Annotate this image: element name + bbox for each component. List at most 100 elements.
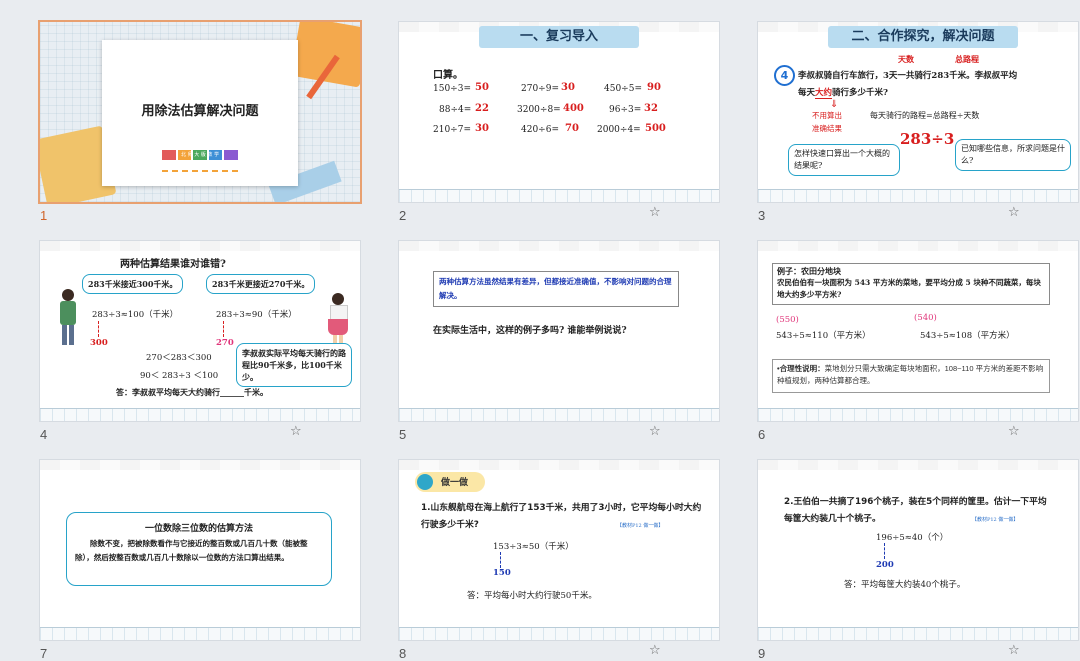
answer: 22: [475, 103, 489, 114]
question: 150÷3=: [433, 84, 471, 94]
dash-line: [500, 552, 501, 568]
example-heading: 例子：农田分地块: [777, 266, 841, 276]
left-equation: 283÷3≈100（千米）: [92, 310, 179, 320]
intro-text: 口算。: [433, 70, 463, 81]
answer: 70: [565, 123, 579, 134]
slide-number: 9: [758, 646, 766, 661]
slide-preview[interactable]: 用除法估算解决问题 北 师 大 版 数 学: [40, 22, 360, 202]
slide-number: 4: [40, 427, 48, 442]
slide-number: 7: [40, 646, 48, 661]
star-icon[interactable]: ☆: [1008, 425, 1022, 439]
speech-bubble-right: 已知哪些信息，所求问题是什么?: [955, 139, 1071, 171]
right-claim: 283千米更接近270千米。: [206, 274, 316, 294]
textbook-ref: 【教材P12 做一做】: [617, 523, 664, 529]
section-banner: 一、复习导入: [479, 26, 639, 48]
slide-number: 2: [399, 208, 407, 223]
answer: 90: [647, 82, 661, 93]
question: 3200÷8=: [517, 105, 561, 115]
left-claim: 283千米接近300千米。: [82, 274, 184, 294]
left-approx: (550): [776, 315, 799, 325]
badge-icon: [417, 474, 433, 490]
summary-box: 两种估算方法虽然结果有差异，但都接近准确值，不影响对问题的合理解决。: [433, 271, 679, 307]
question: 270÷9=: [521, 84, 559, 94]
summary-text: 两种估算方法虽然结果有差异，但都接近准确值，不影响对问题的合理解决。: [439, 277, 672, 300]
slide-number: 1: [40, 208, 48, 223]
ruler-strip: [399, 408, 719, 421]
star-icon[interactable]: ☆: [649, 644, 663, 658]
question: 96÷3=: [609, 105, 642, 115]
left-approx: 300: [90, 338, 108, 348]
title-card: 用除法估算解决问题 北 师 大 版 数 学: [102, 40, 298, 186]
discussion-question: 在实际生活中，这样的例子多吗? 谁能举例说说?: [433, 326, 627, 336]
note-line-1: 不用算出: [812, 111, 842, 120]
slide-preview[interactable]: 做一做 1.山东舰航母在海上航行了153千米，共用了3小时，它平均每小时大约行驶…: [399, 460, 719, 640]
slide-preview[interactable]: 一、复习导入 口算。 150÷3= 50 270÷9= 30 450÷5= 90…: [399, 22, 719, 202]
header-strip: [758, 241, 1078, 251]
question: 2000÷4=: [597, 125, 641, 135]
slide-preview[interactable]: 两种估算结果谁对谁错? 283千米接近300千米。 283千米更接近270千米。…: [40, 241, 360, 421]
slide-preview[interactable]: 一位数除三位数的估算方法 除数不变，把被除数看作与它接近的整百数或几百几十数（能…: [40, 460, 360, 640]
practice-badge: 做一做: [415, 472, 485, 492]
problem-line-2: 每天大约骑行多少千米?: [798, 88, 889, 99]
answer-line: 答：平均每小时大约行驶50千米。: [467, 591, 597, 601]
star-icon[interactable]: ☆: [649, 206, 663, 220]
answer-line: 答：平均每筐大约装40个桃子。: [844, 580, 966, 590]
star-icon[interactable]: ☆: [1008, 644, 1022, 658]
header-strip: [758, 460, 1078, 470]
right-equation: 283÷3≈90（千米）: [216, 310, 297, 320]
right-equation: 543÷5≈108（平方米）: [920, 331, 1015, 341]
badge-label: 做一做: [441, 478, 469, 488]
header-strip: [399, 460, 719, 470]
slide-number: 6: [758, 427, 766, 442]
problem-line-1: 李叔叔骑自行车旅行，3天一共骑行283千米。李叔叔平均: [798, 71, 1018, 81]
inequality-1: 270＜283＜300: [146, 353, 212, 363]
answer: 400: [563, 103, 584, 114]
dash-line: [98, 321, 99, 337]
right-approx: 270: [216, 338, 234, 348]
example-body: 农民伯伯有一块面积为 543 平方米的菜地，要平均分成 5 块种不同蔬菜，每块地…: [777, 278, 1041, 299]
ruler-strip: [758, 408, 1078, 421]
star-icon[interactable]: ☆: [290, 425, 304, 439]
slide-preview[interactable]: 二、合作探究，解决问题 天数 总路程 4 李叔叔骑自行车旅行，3天一共骑行283…: [758, 22, 1078, 202]
textbook-ref: 【教材P12 做一做】: [972, 517, 1019, 523]
boy-figure: [56, 289, 80, 349]
dash-line: [884, 543, 885, 559]
question: 420÷6=: [521, 125, 559, 135]
method-title: 一位数除三位数的估算方法: [144, 524, 253, 534]
answer: 500: [645, 123, 666, 134]
star-icon[interactable]: ☆: [1008, 206, 1022, 220]
label-days: 天数: [898, 54, 914, 64]
ruler-strip: [399, 627, 719, 640]
reasoning-text: •合理性说明：菜地划分只需大致确定每块地面积，108~110 平方米的差距不影响…: [777, 364, 1044, 385]
slide-number: 3: [758, 208, 766, 223]
expression: 283÷3: [900, 130, 955, 148]
approx-value: 200: [876, 560, 894, 570]
header-strip: [40, 241, 360, 251]
example-box: 例子：农田分地块 农民伯伯有一块面积为 543 平方米的菜地，要平均分成 5 块…: [772, 263, 1050, 305]
slide-title: 两种估算结果谁对谁错?: [120, 259, 226, 270]
question: 88÷4=: [439, 105, 472, 115]
approx-value: 150: [493, 568, 511, 578]
slide-preview[interactable]: 例子：农田分地块 农民伯伯有一块面积为 543 平方米的菜地，要平均分成 5 块…: [758, 241, 1078, 421]
question-number: 4: [774, 65, 795, 86]
answer: 32: [644, 103, 658, 114]
slide-number: 8: [399, 646, 407, 661]
star-icon[interactable]: ☆: [649, 425, 663, 439]
slide-number: 5: [399, 427, 407, 442]
section-banner: 二、合作探究，解决问题: [828, 26, 1018, 48]
equation: 196÷5≈40（个）: [876, 533, 949, 543]
edition-label: 北 师 大 版 数 学: [181, 152, 219, 158]
explanation-bubble: 李叔叔实际平均每天骑行的路程比90千米多，比100千米少。: [236, 343, 352, 387]
ruler-strip: [40, 627, 360, 640]
header-strip: [399, 241, 719, 251]
ruler-strip: [40, 408, 360, 421]
question: 210÷7=: [433, 125, 471, 135]
slide-preview[interactable]: 2.王伯伯一共摘了196个桃子，装在5个同样的筐里。估计一下平均每筐大约装几十个…: [758, 460, 1078, 640]
label-total: 总路程: [955, 54, 979, 64]
header-strip: [40, 460, 360, 470]
method-body: 除数不变，把被除数看作与它接近的整百数或几百几十数（能被整除），然后按整百数或几…: [75, 539, 308, 562]
slide-preview[interactable]: 两种估算方法虽然结果有差异，但都接近准确值，不影响对问题的合理解决。 在实际生活…: [399, 241, 719, 421]
answer-line: 答：李叔叔平均每天大约骑行______千米。: [116, 387, 268, 397]
dash-line: [223, 321, 224, 337]
ruler-strip: [758, 627, 1078, 640]
